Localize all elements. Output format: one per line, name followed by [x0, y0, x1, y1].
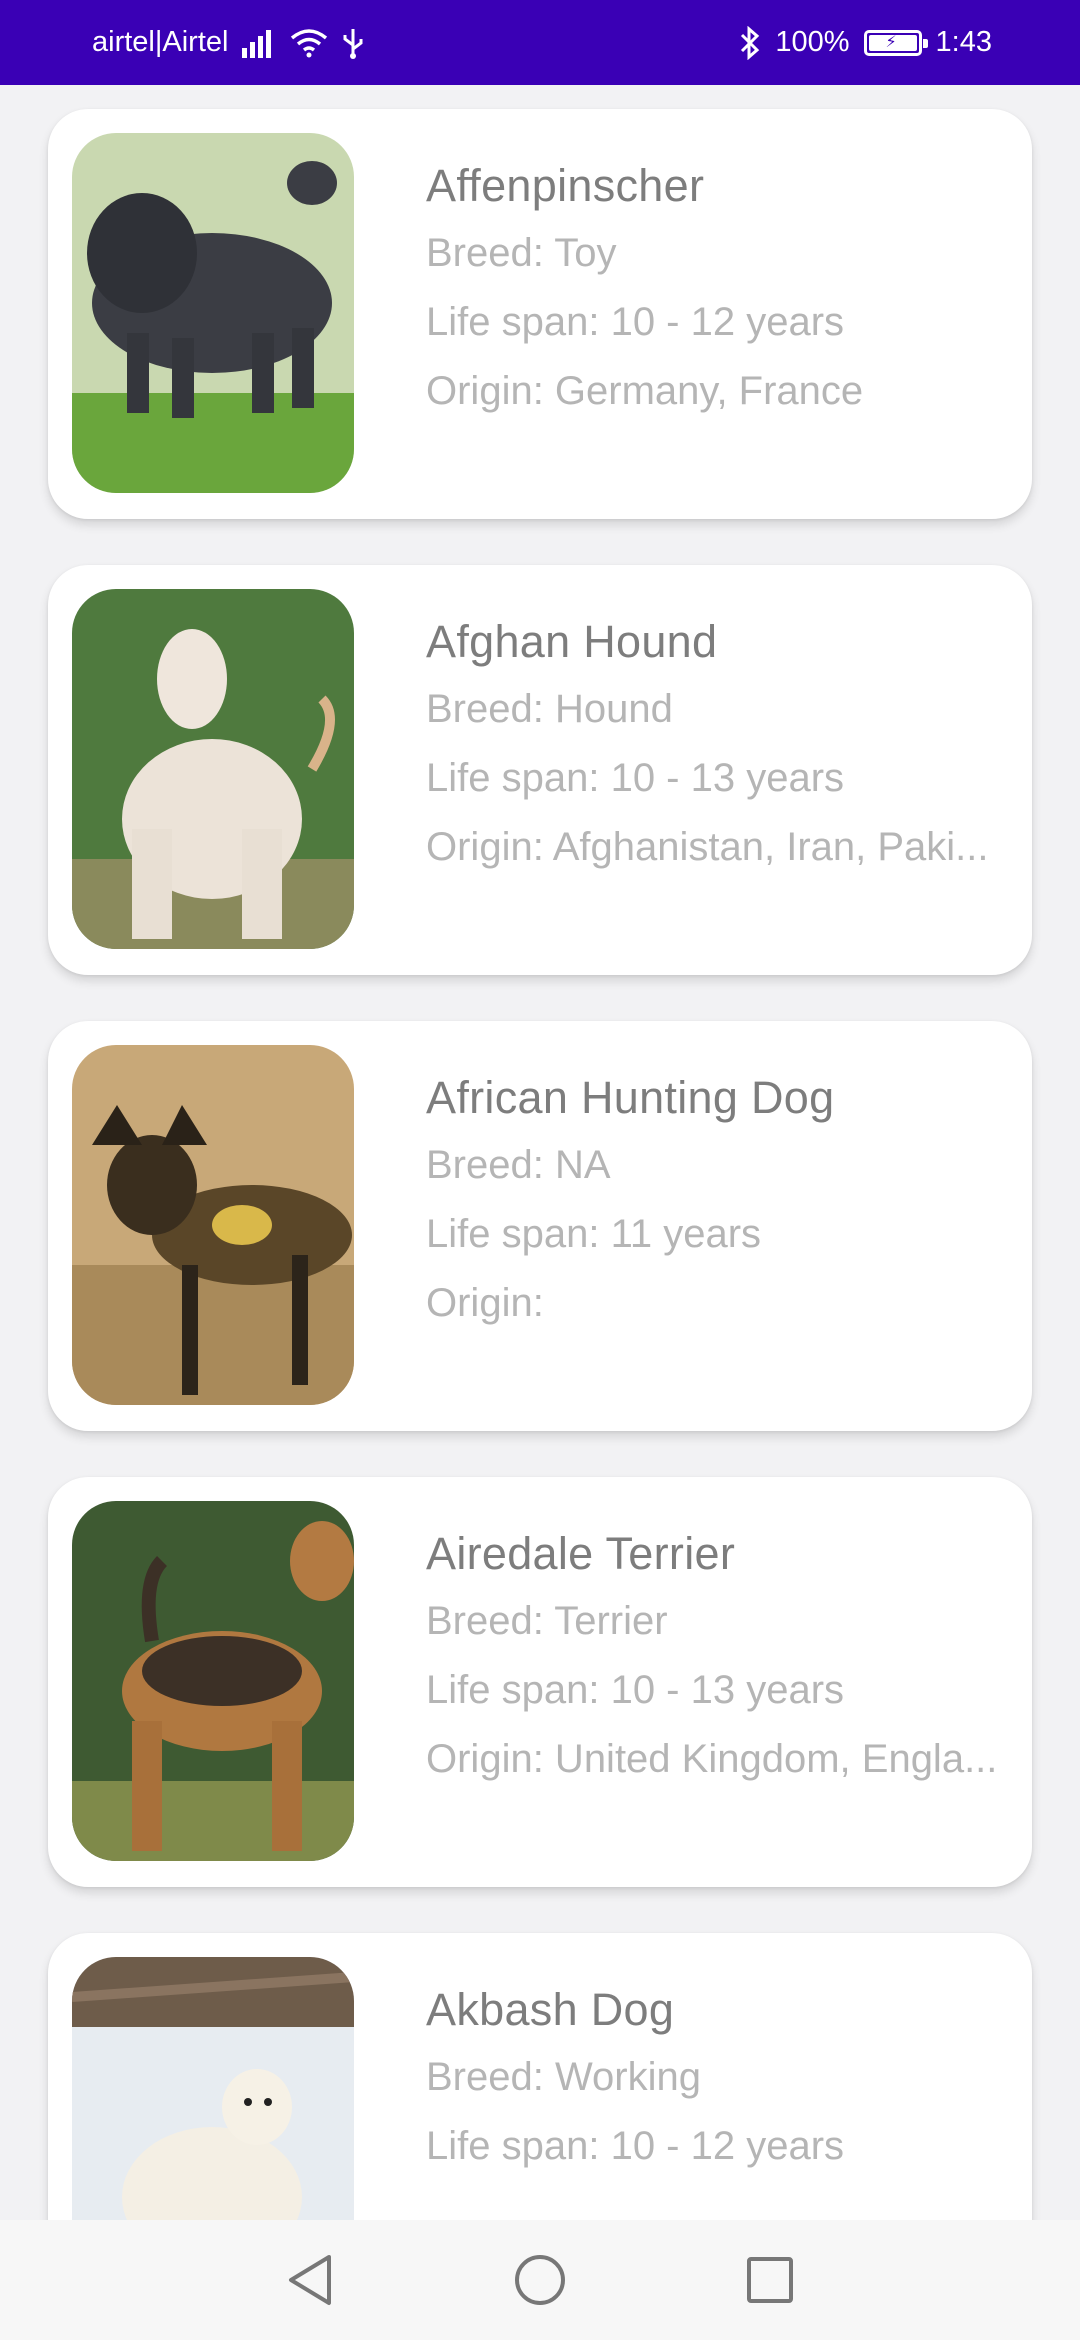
- dog-name: Affenpinscher: [426, 160, 705, 211]
- dog-card[interactable]: Akbash Dog Breed: Working Life span: 10 …: [48, 1933, 1032, 2220]
- home-icon[interactable]: [505, 2245, 575, 2315]
- recents-icon[interactable]: [735, 2245, 805, 2315]
- dog-name: Akbash Dog: [426, 1984, 675, 2035]
- signal-icon: [242, 28, 276, 58]
- dog-origin: Origin: Afghanistan, Iran, Paki...: [426, 825, 989, 869]
- dog-photo: [72, 133, 354, 493]
- dog-life-span: Life span: 11 years: [426, 1212, 762, 1256]
- dog-breed: Breed: Working: [426, 2055, 701, 2099]
- dog-life-span: Life span: 10 - 12 years: [426, 300, 845, 344]
- dog-origin: Origin:: [426, 1281, 544, 1325]
- dog-name: African Hunting Dog: [426, 1072, 835, 1123]
- dog-breed: Breed: Terrier: [426, 1599, 668, 1643]
- navigation-bar: [0, 2220, 1080, 2340]
- dog-life-span: Life span: 10 - 13 years: [426, 1668, 845, 1712]
- dog-breed: Breed: NA: [426, 1143, 611, 1187]
- battery-percent: 100%: [775, 26, 850, 58]
- dog-origin: Origin: Germany, France: [426, 369, 864, 413]
- dog-photo: [72, 1045, 354, 1405]
- dog-card[interactable]: Afghan Hound Breed: Hound Life span: 10 …: [48, 565, 1032, 975]
- dog-card[interactable]: Airedale Terrier Breed: Terrier Life spa…: [48, 1477, 1032, 1887]
- dog-life-span: Life span: 10 - 12 years: [426, 2124, 845, 2168]
- dog-breed: Breed: Hound: [426, 687, 673, 731]
- dog-photo: [72, 1501, 354, 1861]
- back-icon[interactable]: [275, 2245, 345, 2315]
- dog-breed: Breed: Toy: [426, 231, 617, 275]
- dog-card[interactable]: Affenpinscher Breed: Toy Life span: 10 -…: [48, 109, 1032, 519]
- wifi-icon: [290, 28, 328, 58]
- dog-list[interactable]: Affenpinscher Breed: Toy Life span: 10 -…: [0, 85, 1080, 2220]
- dog-photo: [72, 589, 354, 949]
- usb-icon: [342, 27, 364, 59]
- carrier-label: airtel|Airtel: [92, 26, 229, 58]
- dog-card[interactable]: African Hunting Dog Breed: NA Life span:…: [48, 1021, 1032, 1431]
- status-bar: airtel|Airtel 100% ⚡ 1:43: [0, 0, 1080, 85]
- dog-origin: Origin: United Kingdom, Engla...: [426, 1737, 998, 1781]
- dog-life-span: Life span: 10 - 13 years: [426, 756, 845, 800]
- dog-photo: [72, 1957, 354, 2220]
- battery-icon: ⚡: [863, 29, 928, 56]
- dog-name: Afghan Hound: [426, 616, 718, 667]
- bluetooth-icon: [739, 25, 761, 60]
- dog-name: Airedale Terrier: [426, 1528, 736, 1579]
- clock: 1:43: [935, 26, 992, 58]
